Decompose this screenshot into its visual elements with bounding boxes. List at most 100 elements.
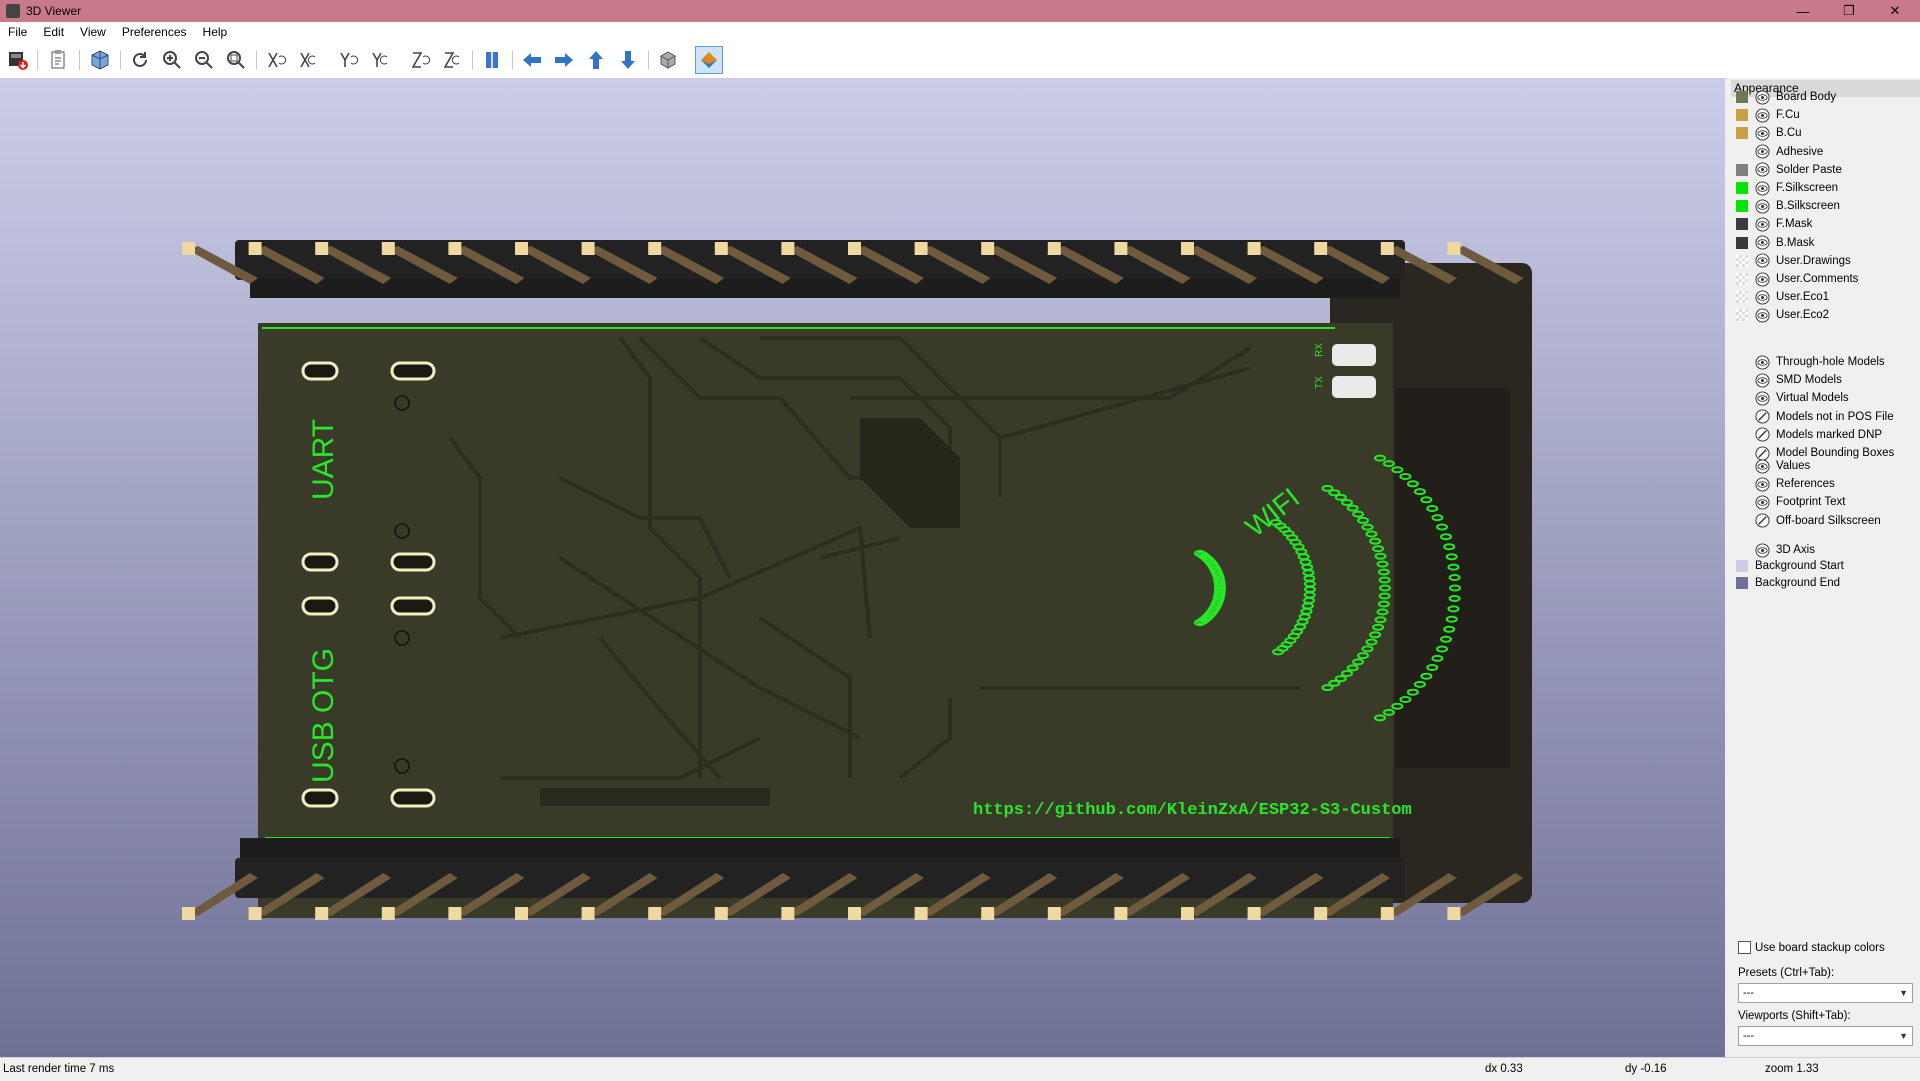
close-button[interactable]: ✕ — [1872, 0, 1918, 22]
appearance-row-user-eco2[interactable]: User.Eco2 — [1736, 306, 1829, 324]
color-swatch[interactable] — [1736, 236, 1748, 249]
color-swatch[interactable] — [1736, 163, 1748, 176]
color-swatch[interactable] — [1736, 273, 1748, 285]
show-layers-button[interactable] — [695, 46, 723, 74]
appearance-row-3d-axis[interactable]: 3D Axis — [1736, 541, 1815, 559]
appearance-panel: Appearance Board Body F.Cu B.Cu Adhesive Sol… — [1728, 78, 1920, 1057]
move-up-button[interactable] — [584, 48, 608, 72]
appearance-row-background-start[interactable]: Background Start — [1736, 557, 1844, 575]
appearance-row-f-mask[interactable]: F.Mask — [1736, 215, 1812, 233]
zoom-out-button[interactable] — [192, 48, 216, 72]
pin-tip — [515, 242, 528, 255]
orthographic-button[interactable] — [656, 48, 680, 72]
menu-bar: File Edit View Preferences Help — [0, 22, 1920, 42]
pin-tip — [1380, 907, 1394, 920]
rotate-x-cw-button[interactable] — [264, 48, 288, 72]
appearance-row-label: F.Mask — [1776, 218, 1813, 231]
pcb-render: RX TX UART USB OTG WIFI https://github.c… — [182, 240, 1532, 920]
rotate-z-ccw-button[interactable] — [440, 48, 464, 72]
appearance-row-solder-paste[interactable]: Solder Paste — [1736, 161, 1842, 179]
color-swatch[interactable] — [1736, 200, 1748, 213]
flip-board-icon — [486, 52, 498, 68]
color-swatch[interactable] — [1736, 309, 1748, 322]
appearance-row-footprint-text[interactable]: Footprint Text — [1736, 493, 1845, 511]
export-image-button[interactable] — [6, 48, 30, 72]
appearance-row-user-comments[interactable]: User.Comments — [1736, 270, 1858, 288]
color-swatch[interactable] — [1736, 218, 1748, 231]
zoom-in-icon — [163, 51, 181, 69]
menu-file[interactable]: File — [0, 25, 35, 39]
move-down-button[interactable] — [616, 48, 640, 72]
eye-icon — [1755, 144, 1770, 159]
pin-tip — [781, 242, 795, 255]
board-3d-icon — [91, 50, 109, 70]
color-swatch[interactable] — [1736, 109, 1748, 122]
copy-clipboard-button[interactable] — [47, 48, 71, 72]
appearance-row-f-cu[interactable]: F.Cu — [1736, 106, 1800, 124]
appearance-row-label: Off-board Silkscreen — [1776, 514, 1881, 527]
appearance-row-references[interactable]: References — [1736, 475, 1835, 493]
menu-edit[interactable]: Edit — [35, 25, 72, 39]
appearance-row-b-mask[interactable]: B.Mask — [1736, 234, 1814, 252]
presets-combo[interactable]: --- ▼ — [1738, 983, 1913, 1003]
color-swatch-empty — [1736, 356, 1748, 368]
appearance-row-off-board-silkscreen[interactable]: Off-board Silkscreen — [1736, 512, 1881, 530]
color-swatch[interactable] — [1736, 291, 1748, 304]
appearance-row-values[interactable]: Values — [1736, 457, 1810, 475]
rotate-x-ccw-button[interactable] — [296, 48, 320, 72]
appearance-row-b-cu[interactable]: B.Cu — [1736, 124, 1802, 142]
appearance-row-user-eco1[interactable]: User.Eco1 — [1736, 288, 1829, 306]
color-swatch[interactable] — [1736, 182, 1748, 194]
use-stackup-colors-checkbox[interactable]: Use board stackup colors — [1738, 941, 1885, 954]
color-swatch[interactable] — [1736, 91, 1748, 103]
rotate-z-ccw-icon — [443, 52, 460, 68]
maximize-button[interactable]: ❐ — [1826, 0, 1872, 22]
checkbox-box[interactable] — [1738, 941, 1751, 954]
viewports-combo[interactable]: --- ▼ — [1738, 1026, 1913, 1046]
pin-tip — [1247, 907, 1261, 920]
color-swatch[interactable] — [1736, 127, 1748, 140]
eye-icon — [1755, 308, 1770, 323]
menu-preferences[interactable]: Preferences — [114, 25, 195, 39]
pin-tip — [848, 242, 861, 255]
appearance-row-adhesive[interactable]: Adhesive — [1736, 143, 1823, 161]
appearance-row-board-body[interactable]: Board Body — [1736, 88, 1836, 106]
color-swatch[interactable] — [1736, 560, 1748, 573]
appearance-row-b-silkscreen[interactable]: B.Silkscreen — [1736, 197, 1840, 215]
color-swatch[interactable] — [1736, 254, 1748, 267]
appearance-row-label: B.Cu — [1776, 127, 1802, 140]
board-3d-button[interactable] — [88, 48, 112, 72]
move-right-button[interactable] — [552, 48, 576, 72]
appearance-row-virtual-models[interactable]: Virtual Models — [1736, 389, 1849, 407]
menu-help[interactable]: Help — [195, 25, 236, 39]
move-left-button[interactable] — [520, 48, 544, 72]
eye-icon — [1755, 542, 1770, 558]
flip-board-button[interactable] — [480, 48, 504, 72]
rotate-y-ccw-button[interactable] — [368, 48, 392, 72]
menu-view[interactable]: View — [72, 25, 114, 39]
reload-button[interactable] — [128, 48, 152, 72]
appearance-row-label: B.Mask — [1776, 236, 1815, 249]
appearance-row-f-silkscreen[interactable]: F.Silkscreen — [1736, 179, 1838, 197]
pin-tip — [248, 907, 262, 920]
zoom-fit-button[interactable] — [224, 48, 248, 72]
color-swatch[interactable] — [1736, 576, 1748, 589]
rotate-z-cw-button[interactable] — [408, 48, 432, 72]
appearance-row-models-marked-dnp[interactable]: Models marked DNP — [1736, 426, 1882, 444]
minimize-button[interactable]: — — [1780, 0, 1826, 22]
appearance-row-smd-models[interactable]: SMD Models — [1736, 371, 1842, 389]
rotate-y-cw-button[interactable] — [336, 48, 360, 72]
appearance-row-through-hole-models[interactable]: Through-hole Models — [1736, 353, 1885, 371]
appearance-row-label: Adhesive — [1776, 145, 1824, 158]
dy-readout: dy -0.16 — [1625, 1063, 1667, 1075]
appearance-row-label: Through-hole Models — [1776, 356, 1885, 368]
appearance-row-label: F.Cu — [1776, 109, 1800, 122]
presets-value: --- — [1743, 987, 1754, 999]
zoom-in-button[interactable] — [160, 48, 184, 72]
appearance-row-user-drawings[interactable]: User.Drawings — [1736, 252, 1851, 270]
appearance-row-background-end[interactable]: Background End — [1736, 574, 1840, 592]
3d-viewport[interactable]: RX TX UART USB OTG WIFI https://github.c… — [0, 78, 1725, 1057]
pin-tip — [182, 242, 195, 255]
pin-tip — [248, 242, 262, 255]
appearance-row-models-not-in-pos-file[interactable]: Models not in POS File — [1736, 408, 1894, 426]
